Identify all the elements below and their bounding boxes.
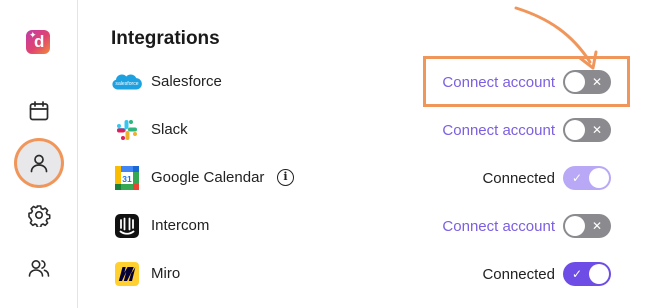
page-title: Integrations xyxy=(111,28,220,49)
close-icon: ✕ xyxy=(591,123,602,137)
integration-name: Google Calendar xyxy=(151,169,265,186)
nav-team[interactable] xyxy=(14,243,64,293)
integration-toggle[interactable]: ✓ xyxy=(563,166,611,190)
integration-row-slack: Slack Connect account ✕ xyxy=(111,114,611,146)
integration-name: Intercom xyxy=(151,217,210,234)
highlight-annotation xyxy=(423,56,630,107)
users-icon xyxy=(28,260,50,277)
sidebar: ✦ d xyxy=(0,0,78,308)
integration-row-google-calendar: 31 Google Calendar i Connected ✓ xyxy=(111,162,611,194)
integration-name: Miro xyxy=(151,265,181,282)
toggle-knob xyxy=(565,216,585,236)
slack-logo xyxy=(111,114,143,146)
svg-text:31: 31 xyxy=(122,174,132,184)
miro-logo xyxy=(111,258,143,290)
svg-text:salesforce: salesforce xyxy=(115,81,138,87)
integration-toggle[interactable]: ✕ xyxy=(563,214,611,238)
gear-icon xyxy=(28,205,51,227)
nav-settings[interactable] xyxy=(14,190,64,240)
app-logo-letter: d xyxy=(34,32,45,51)
salesforce-logo: salesforce xyxy=(111,66,143,98)
person-icon xyxy=(30,154,48,173)
toggle-knob xyxy=(565,120,585,140)
connect-account-link[interactable]: Connect account xyxy=(442,122,555,139)
connected-status: Connected xyxy=(482,170,555,187)
integration-row-miro: Miro Connected ✓ xyxy=(111,258,611,290)
check-icon: ✓ xyxy=(572,171,583,185)
intercom-logo xyxy=(111,210,143,242)
main-content: Integrations salesforce Salesforce Conne… xyxy=(79,0,656,308)
integration-name: Salesforce xyxy=(151,73,222,90)
nav-profile[interactable] xyxy=(17,141,61,185)
check-icon: ✓ xyxy=(572,267,583,281)
info-icon[interactable]: i xyxy=(277,169,294,186)
integration-row-intercom: Intercom Connect account ✕ xyxy=(111,210,611,242)
connect-account-link[interactable]: Connect account xyxy=(442,218,555,235)
toggle-knob xyxy=(589,264,609,284)
integration-toggle[interactable]: ✓ xyxy=(563,262,611,286)
integration-name: Slack xyxy=(151,121,188,138)
nav-calendar[interactable] xyxy=(14,86,64,136)
calendar-icon xyxy=(29,101,49,121)
toggle-knob xyxy=(589,168,609,188)
integration-toggle[interactable]: ✕ xyxy=(563,118,611,142)
google-calendar-logo: 31 xyxy=(111,162,143,194)
close-icon: ✕ xyxy=(591,219,602,233)
connected-status: Connected xyxy=(482,266,555,283)
app-logo[interactable]: ✦ d xyxy=(26,30,50,54)
